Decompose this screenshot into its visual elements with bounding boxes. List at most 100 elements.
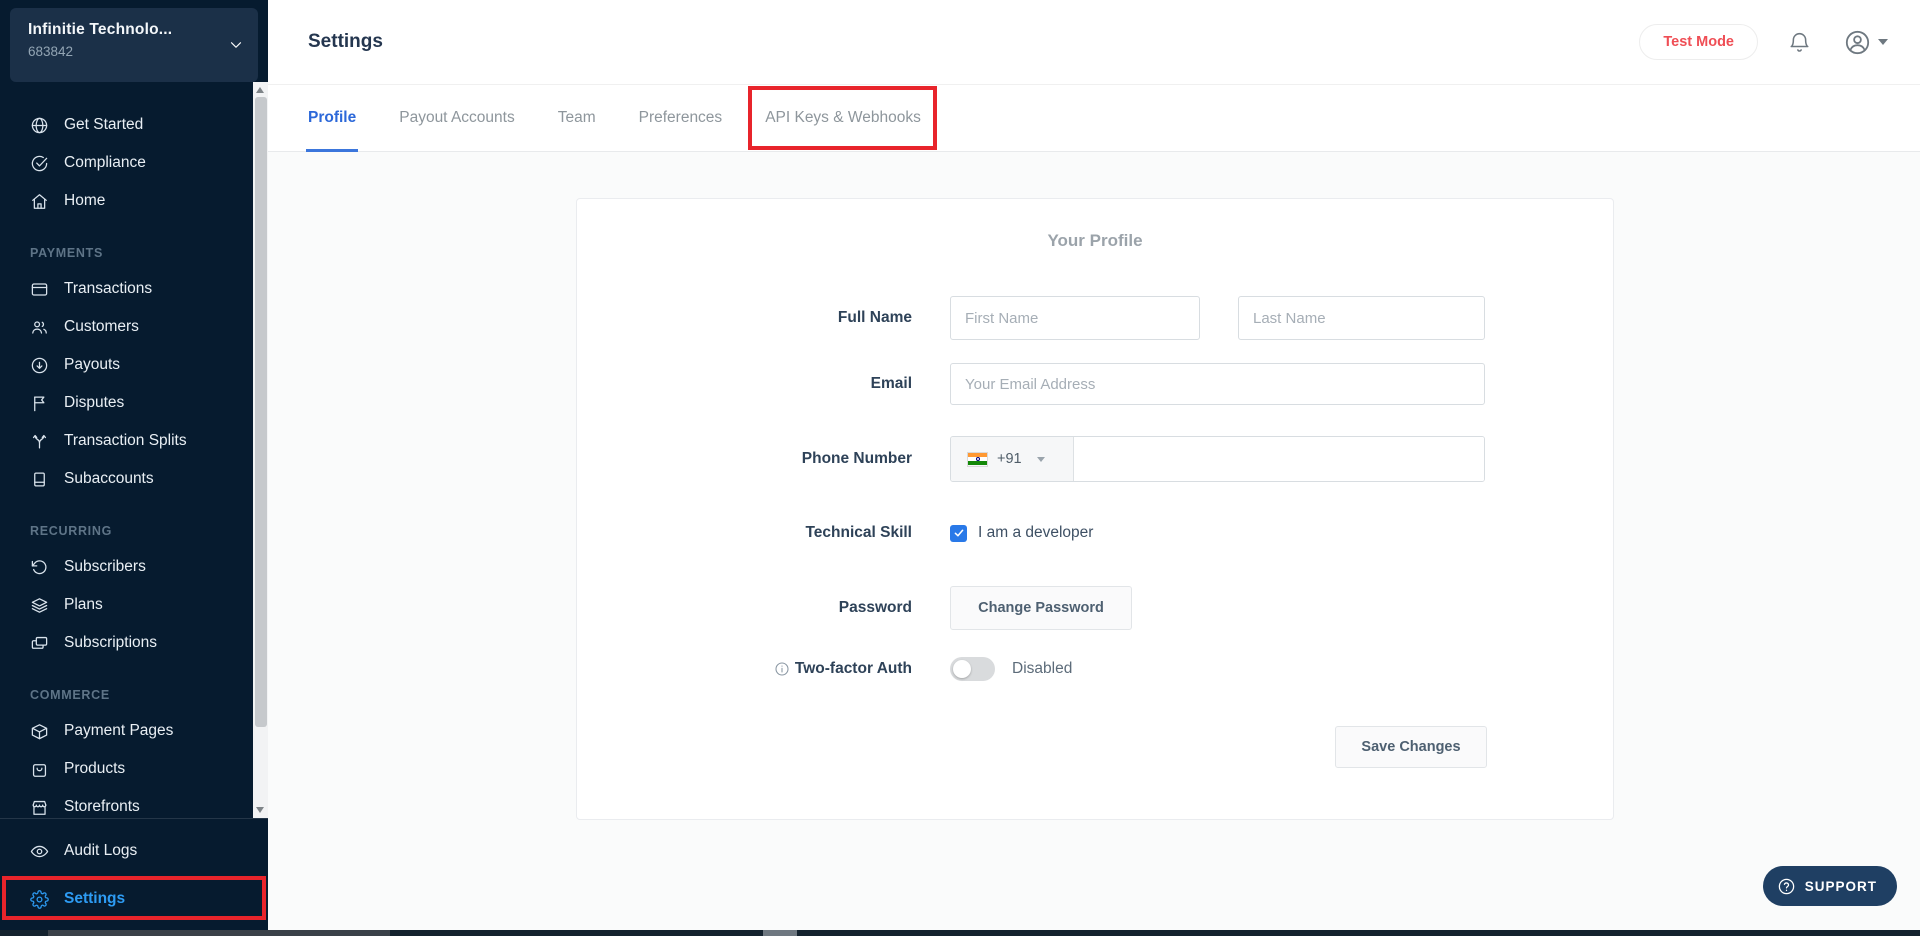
globe-icon [30, 116, 49, 135]
top-header: Settings Test Mode [268, 0, 1920, 84]
last-name-input[interactable] [1238, 296, 1485, 340]
password-label: Password [577, 586, 912, 630]
support-label: SUPPORT [1805, 879, 1877, 894]
toggle-knob [953, 660, 971, 678]
india-flag-icon [967, 452, 988, 467]
sidebar-item-plans[interactable]: Plans [0, 586, 252, 624]
tab-payout-accounts[interactable]: Payout Accounts [399, 85, 514, 151]
scrollbar-down-arrow[interactable] [256, 807, 264, 813]
sidebar-section-recurring: RECURRING [30, 524, 252, 540]
developer-checkbox[interactable] [950, 525, 967, 542]
horizontal-scrollbar-segment [48, 930, 390, 936]
sidebar-item-transaction-splits[interactable]: Transaction Splits [0, 422, 252, 460]
full-name-label: Full Name [577, 296, 912, 340]
avatar-icon [1844, 29, 1871, 56]
sidebar-item-label: Subaccounts [64, 470, 154, 488]
sidebar-item-label: Get Started [64, 116, 143, 134]
sidebar-item-label: Transaction Splits [64, 432, 187, 450]
sidebar-item-label: Subscriptions [64, 634, 157, 652]
sidebar-item-settings[interactable]: Settings [0, 877, 268, 921]
eye-icon [30, 842, 49, 861]
scrollbar-up-arrow[interactable] [256, 87, 264, 93]
sidebar-nav: Get Started Compliance Home PAYMENTS Tra… [0, 82, 252, 818]
phone-label: Phone Number [577, 436, 912, 482]
sidebar-section-payments: PAYMENTS [30, 246, 252, 262]
tab-profile[interactable]: Profile [308, 85, 356, 151]
page-title: Settings [308, 31, 1639, 53]
tab-preferences[interactable]: Preferences [639, 85, 723, 151]
help-icon [1777, 877, 1796, 896]
gear-icon [30, 890, 49, 909]
test-mode-toggle[interactable]: Test Mode [1639, 24, 1758, 60]
support-button[interactable]: SUPPORT [1763, 866, 1897, 906]
sidebar-item-label: Compliance [64, 154, 146, 172]
sidebar-scrollbar[interactable] [253, 82, 268, 818]
credit-card-icon [30, 280, 49, 299]
horizontal-scrollbar[interactable] [0, 930, 1920, 936]
merchant-switcher[interactable]: Infinitie Technolo... 683842 [10, 8, 258, 82]
first-name-input[interactable] [950, 296, 1200, 340]
email-label: Email [577, 363, 912, 405]
sidebar-item-label: Products [64, 760, 125, 778]
checkmark-icon [953, 527, 965, 539]
sidebar-bottom-section: Audit Logs Settings [0, 818, 268, 930]
layers-icon [30, 596, 49, 615]
user-menu[interactable] [1844, 29, 1888, 56]
sidebar-item-label: Plans [64, 596, 103, 614]
two-factor-toggle[interactable] [950, 657, 995, 681]
home-icon [30, 192, 49, 211]
sidebar: Infinitie Technolo... 683842 Get Started… [0, 0, 268, 936]
settings-tab-bar: Profile Payout Accounts Team Preferences… [268, 84, 1920, 152]
sidebar-item-label: Transactions [64, 280, 152, 298]
flag-icon [30, 394, 49, 413]
storefront-icon [30, 798, 49, 817]
tab-team[interactable]: Team [558, 85, 596, 151]
subaccounts-icon [30, 470, 49, 489]
sidebar-item-transactions[interactable]: Transactions [0, 270, 252, 308]
subscriptions-icon [30, 634, 49, 653]
sidebar-item-label: Subscribers [64, 558, 146, 576]
tab-api-keys-webhooks[interactable]: API Keys & Webhooks [765, 85, 921, 151]
email-input[interactable] [950, 363, 1485, 405]
phone-number-input[interactable] [1074, 437, 1484, 481]
bell-icon[interactable] [1788, 31, 1811, 54]
sidebar-item-label: Home [64, 192, 105, 210]
sidebar-section-commerce: COMMERCE [30, 688, 252, 704]
horizontal-scrollbar-thumb[interactable] [763, 930, 797, 936]
shopping-bag-icon [30, 760, 49, 779]
developer-checkbox-label: I am a developer [978, 524, 1093, 542]
sidebar-item-storefronts[interactable]: Storefronts [0, 788, 252, 818]
sidebar-item-payouts[interactable]: Payouts [0, 346, 252, 384]
package-icon [30, 722, 49, 741]
sidebar-item-compliance[interactable]: Compliance [0, 144, 252, 182]
merchant-id: 683842 [28, 44, 218, 59]
history-icon [30, 558, 49, 577]
sidebar-item-get-started[interactable]: Get Started [0, 106, 252, 144]
chevron-down-icon [1037, 457, 1045, 462]
country-code-select[interactable]: +91 [951, 437, 1074, 481]
sidebar-item-disputes[interactable]: Disputes [0, 384, 252, 422]
chevron-down-icon [227, 36, 245, 54]
card-title: Your Profile [577, 231, 1613, 251]
sidebar-item-subscriptions[interactable]: Subscriptions [0, 624, 252, 662]
tab-label: API Keys & Webhooks [765, 109, 921, 127]
sidebar-item-payment-pages[interactable]: Payment Pages [0, 712, 252, 750]
sidebar-item-home[interactable]: Home [0, 182, 252, 220]
chevron-down-icon [1878, 39, 1888, 45]
sidebar-item-subscribers[interactable]: Subscribers [0, 548, 252, 586]
change-password-button[interactable]: Change Password [950, 586, 1132, 630]
arrow-down-circle-icon [30, 356, 49, 375]
scrollbar-thumb[interactable] [255, 97, 267, 727]
technical-skill-label: Technical Skill [577, 521, 912, 545]
sidebar-item-products[interactable]: Products [0, 750, 252, 788]
sidebar-item-customers[interactable]: Customers [0, 308, 252, 346]
sidebar-item-subaccounts[interactable]: Subaccounts [0, 460, 252, 498]
sidebar-item-label: Payouts [64, 356, 120, 374]
dial-code: +91 [997, 451, 1022, 467]
merchant-name: Infinitie Technolo... [28, 21, 218, 39]
two-factor-label-text: Two-factor Auth [795, 660, 912, 678]
sidebar-item-audit-logs[interactable]: Audit Logs [0, 832, 268, 870]
save-changes-button[interactable]: Save Changes [1335, 726, 1487, 768]
sidebar-item-label: Disputes [64, 394, 124, 412]
sidebar-item-label: Storefronts [64, 798, 140, 816]
